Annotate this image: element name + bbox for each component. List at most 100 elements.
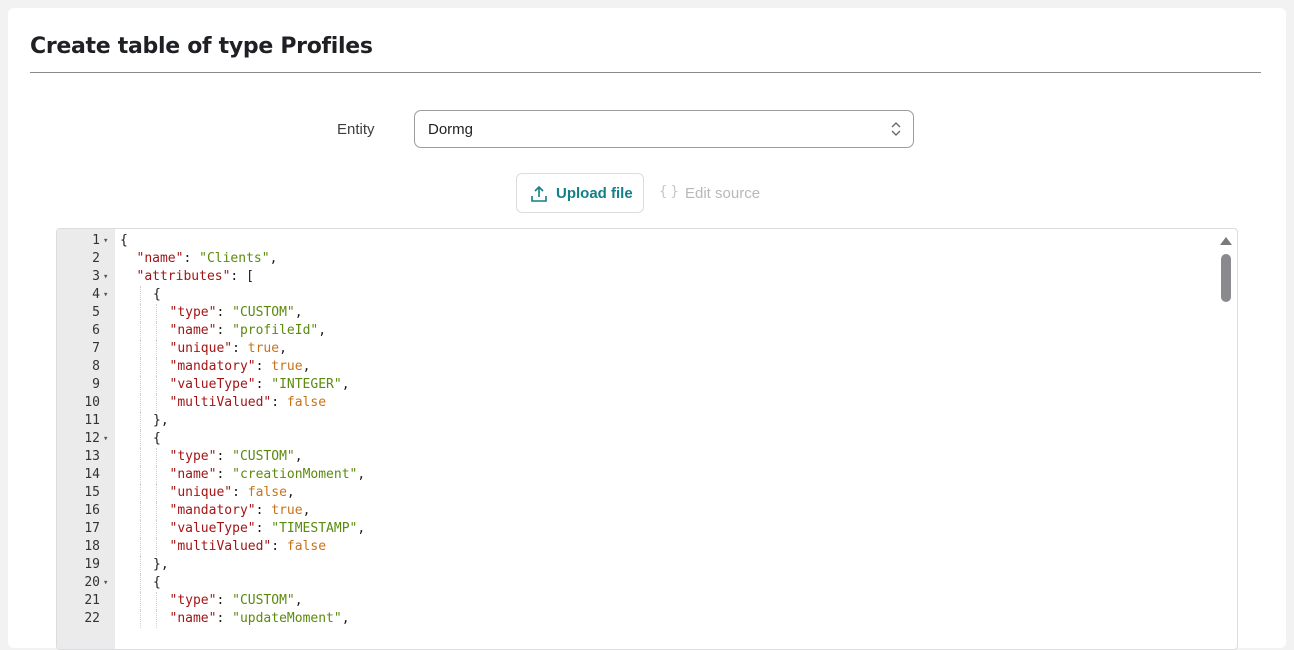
code-token: ,	[341, 377, 350, 392]
code-token: "name"	[169, 611, 217, 626]
code-token: : [	[230, 269, 254, 284]
title-divider	[30, 72, 1261, 73]
code-token: "attributes"	[136, 269, 231, 284]
indent-guide	[139, 412, 141, 430]
indent-guide	[139, 466, 141, 484]
code-text: "type": "CUSTOM",	[170, 448, 303, 466]
code-text: {	[120, 232, 128, 250]
json-source-editor[interactable]: 1 ▾{2 "name": "Clients", 3 ▾ "attributes": [4…	[56, 228, 1238, 650]
fold-toggle-icon[interactable]: ▾	[103, 232, 108, 250]
code-text: },	[153, 412, 169, 430]
line-number: 3	[92, 269, 100, 284]
indent-guide	[139, 484, 141, 502]
code-token: :	[216, 449, 233, 464]
indent-guide	[156, 520, 157, 538]
indent-guide	[156, 322, 157, 340]
indent-guide	[156, 340, 157, 358]
code-line: 12 ▾ {	[57, 430, 1217, 448]
code-line: 9 "valueType": "INTEGER",	[57, 376, 1217, 394]
code-token: {	[153, 287, 161, 302]
code-token: {	[153, 575, 161, 590]
create-table-panel: Create table of type Profiles Entity Dor…	[8, 8, 1286, 650]
code-token: :	[271, 539, 287, 554]
code-token: ,	[294, 449, 303, 464]
code-text: "multiValued": false	[170, 394, 327, 412]
upload-icon	[531, 185, 547, 202]
indent-guide	[139, 322, 141, 340]
indent-guide	[139, 448, 141, 466]
code-token: "type"	[169, 305, 217, 320]
code-line: 7 "unique": true,	[57, 340, 1217, 358]
code-token: false	[247, 485, 287, 500]
code-token: :	[216, 611, 233, 626]
line-number: 7	[92, 341, 100, 356]
indent-guide	[139, 574, 141, 592]
indent-guide	[139, 286, 141, 304]
fold-toggle-icon[interactable]: ▾	[103, 574, 108, 592]
code-token: "CUSTOM"	[232, 449, 295, 464]
code-text: "name": "updateMoment",	[170, 610, 350, 628]
code-token: :	[232, 341, 248, 356]
indent-guide	[156, 448, 157, 466]
code-line: 1 ▾ {	[57, 232, 1217, 250]
scroll-up-arrow-icon[interactable]	[1220, 237, 1232, 245]
code-line: 21 "type": "CUSTOM",	[57, 592, 1217, 610]
line-number: 21	[84, 593, 100, 608]
indent-guide	[139, 358, 141, 376]
code-token: "name"	[169, 323, 217, 338]
code-text: "type": "CUSTOM",	[170, 304, 303, 322]
code-token: "unique"	[169, 341, 233, 356]
code-token: },	[153, 557, 169, 572]
editor-scrollbar[interactable]	[1215, 229, 1237, 649]
line-number: 12	[84, 431, 100, 446]
code-token: true	[271, 359, 303, 374]
code-token: },	[153, 413, 169, 428]
code-token: ,	[318, 323, 327, 338]
code-token: "CUSTOM"	[232, 305, 295, 320]
code-token: :	[216, 323, 233, 338]
indent-guide	[156, 502, 157, 520]
fold-toggle-icon[interactable]: ▾	[103, 286, 108, 304]
code-token: :	[255, 377, 272, 392]
code-token: "INTEGER"	[271, 377, 342, 392]
code-token: :	[216, 467, 233, 482]
code-text: "name": "creationMoment",	[170, 466, 366, 484]
code-token: :	[255, 503, 272, 518]
line-number: 15	[84, 485, 100, 500]
code-token: "updateMoment"	[232, 611, 342, 626]
code-token: {	[153, 431, 161, 446]
code-token: :	[216, 305, 233, 320]
code-token: ,	[341, 611, 350, 626]
entity-select[interactable]: Dormg	[414, 110, 914, 148]
indent-guide	[156, 538, 157, 556]
code-token: :	[232, 485, 248, 500]
fold-toggle-icon[interactable]: ▾	[103, 430, 108, 448]
code-line: 11},	[57, 412, 1217, 430]
indent-guide	[156, 376, 157, 394]
indent-guide	[139, 556, 141, 574]
code-token: true	[271, 503, 303, 518]
indent-guide	[156, 484, 157, 502]
line-number: 20	[84, 575, 100, 590]
code-line: 15 "unique": false,	[57, 484, 1217, 502]
code-line: 14 "name": "creationMoment",	[57, 466, 1217, 484]
code-token: "Clients"	[199, 251, 270, 266]
code-token: true	[247, 341, 280, 356]
code-token: :	[255, 521, 272, 536]
upload-file-button[interactable]: Upload file	[516, 173, 644, 213]
code-token: "valueType"	[169, 377, 256, 392]
entity-label: Entity	[337, 121, 375, 138]
indent-guide	[139, 394, 141, 412]
fold-toggle-icon[interactable]: ▾	[103, 268, 108, 286]
line-number: 10	[84, 395, 100, 410]
indent-guide	[139, 304, 141, 322]
indent-guide	[139, 430, 141, 448]
indent-guide	[156, 358, 157, 376]
line-number: 1	[92, 233, 100, 248]
code-token: false	[286, 395, 327, 410]
code-token: "creationMoment"	[232, 467, 358, 482]
edit-source-button[interactable]: {} Edit source	[658, 173, 778, 213]
indent-guide	[139, 502, 141, 520]
scroll-thumb[interactable]	[1221, 254, 1231, 302]
code-token: {	[120, 233, 128, 248]
